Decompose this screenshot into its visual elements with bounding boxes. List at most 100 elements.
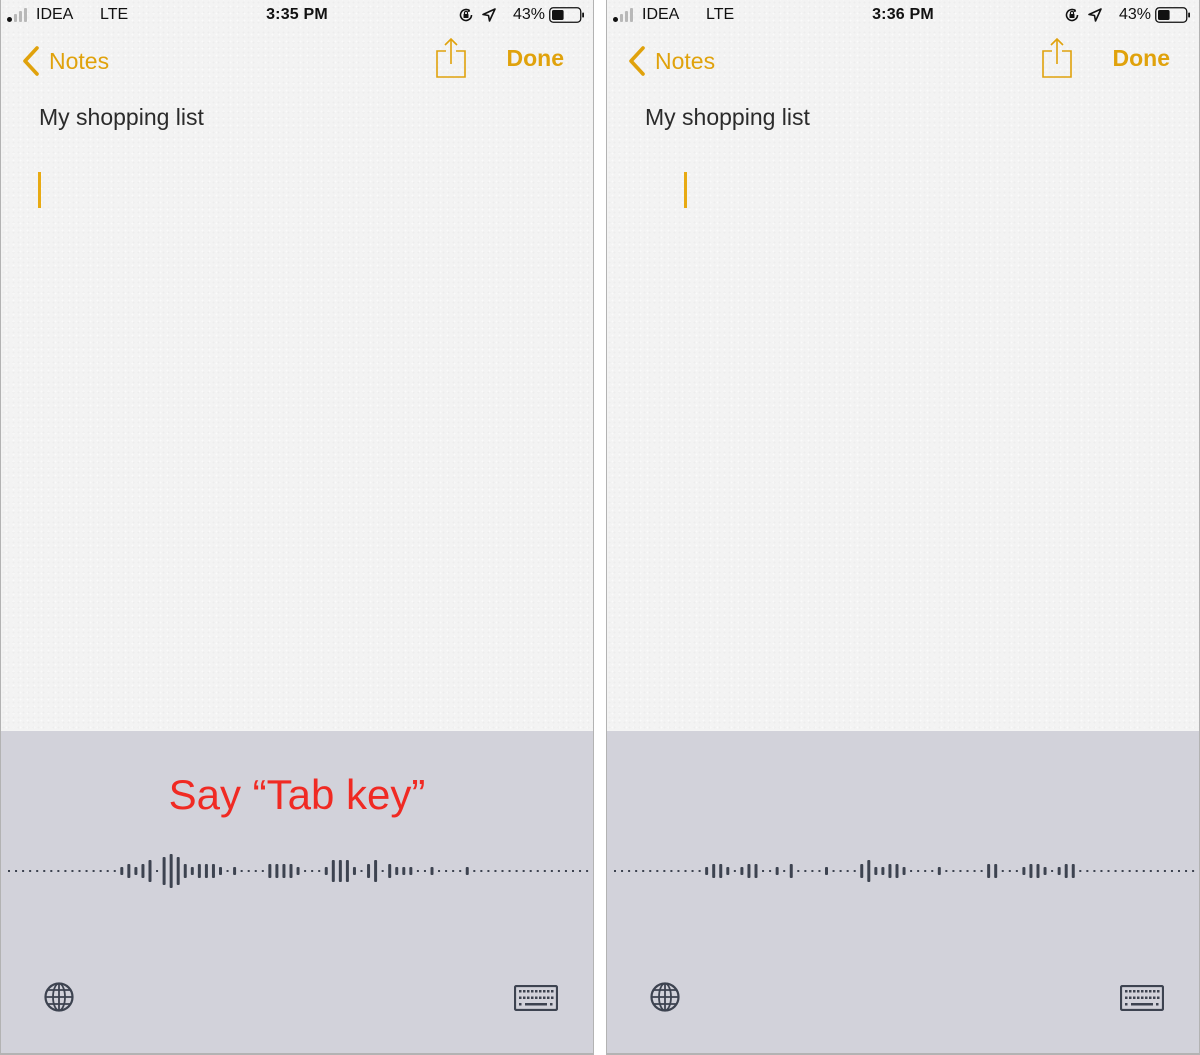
text-cursor bbox=[38, 172, 41, 208]
waveform-dot bbox=[240, 870, 243, 872]
waveform-dot bbox=[586, 870, 589, 872]
waveform-bar bbox=[176, 857, 180, 885]
waveform-dot bbox=[656, 870, 659, 872]
waveform-dot bbox=[57, 870, 60, 872]
waveform-dot bbox=[22, 870, 25, 872]
waveform-bar bbox=[148, 860, 152, 882]
waveform-dot bbox=[501, 870, 504, 872]
keyboard-key-glyph bbox=[1137, 996, 1140, 999]
keyboard-key-glyph bbox=[1125, 990, 1128, 993]
done-button[interactable]: Done bbox=[1113, 45, 1171, 72]
waveform-bar bbox=[1043, 867, 1047, 875]
dictation-panel: Say “Tab key” bbox=[1, 731, 593, 1053]
waveform-bar bbox=[1022, 867, 1026, 875]
keyboard-key-glyph bbox=[527, 990, 530, 993]
dictation-waveform bbox=[614, 860, 1195, 882]
waveform-dot bbox=[29, 870, 32, 872]
battery-icon bbox=[1155, 7, 1190, 23]
keyboard-key-glyph bbox=[543, 996, 546, 999]
waveform-dot bbox=[15, 870, 18, 872]
chevron-left-icon bbox=[23, 46, 39, 76]
waveform-dot bbox=[543, 870, 546, 872]
waveform-dot bbox=[459, 870, 462, 872]
done-button[interactable]: Done bbox=[507, 45, 565, 72]
waveform-bar bbox=[352, 867, 356, 875]
keyboard-key-glyph bbox=[519, 990, 522, 993]
globe-icon[interactable] bbox=[649, 981, 681, 1013]
back-label: Notes bbox=[655, 47, 716, 74]
note-title-text[interactable]: My shopping list bbox=[645, 104, 810, 131]
waveform-bar bbox=[268, 864, 272, 878]
share-icon[interactable] bbox=[435, 37, 467, 79]
waveform-bar bbox=[162, 857, 166, 885]
keyboard-icon[interactable] bbox=[1120, 985, 1164, 1011]
waveform-dot bbox=[318, 870, 321, 872]
waveform-bar bbox=[775, 867, 779, 875]
keyboard-key-glyph bbox=[1149, 990, 1152, 993]
waveform-dot bbox=[945, 870, 948, 872]
waveform-dot bbox=[113, 870, 116, 872]
waveform-dot bbox=[85, 870, 88, 872]
share-icon[interactable] bbox=[1041, 37, 1073, 79]
keyboard-key-glyph bbox=[1149, 996, 1152, 999]
keyboard-key-glyph bbox=[539, 990, 542, 993]
keyboard-key-glyph bbox=[531, 990, 534, 993]
text-cursor bbox=[684, 172, 687, 208]
waveform-dot bbox=[36, 870, 39, 872]
back-label: Notes bbox=[49, 47, 110, 74]
keyboard-key-glyph bbox=[551, 996, 554, 999]
waveform-dot bbox=[572, 870, 574, 872]
waveform-dot bbox=[1121, 870, 1124, 872]
waveform-bar bbox=[867, 860, 871, 882]
keyboard-key-glyph bbox=[535, 996, 538, 999]
waveform-dot bbox=[416, 870, 419, 872]
waveform-dot bbox=[536, 870, 539, 872]
keyboard-key-glyph bbox=[531, 996, 534, 999]
waveform-dot bbox=[762, 870, 765, 872]
waveform-dot bbox=[1149, 870, 1152, 872]
waveform-dot bbox=[642, 870, 645, 872]
keyboard-key-glyph bbox=[1125, 1003, 1128, 1006]
orientation-lock-icon bbox=[1065, 8, 1079, 22]
waveform-dot bbox=[473, 870, 476, 872]
phone-screen-before: IDEA LTE 3:35 PM 43% Notes Done My shopp… bbox=[0, 0, 594, 1055]
back-to-notes-button[interactable]: Notes bbox=[627, 44, 715, 78]
globe-icon[interactable] bbox=[43, 981, 75, 1013]
waveform-bar bbox=[388, 864, 392, 878]
waveform-bar bbox=[169, 854, 173, 888]
keyboard-icon[interactable] bbox=[514, 985, 558, 1011]
waveform-dot bbox=[1163, 870, 1166, 872]
waveform-bar bbox=[937, 867, 941, 875]
waveform-dot bbox=[1107, 870, 1110, 872]
waveform-dot bbox=[677, 870, 680, 872]
waveform-dot bbox=[254, 870, 257, 872]
keyboard-key-glyph bbox=[547, 996, 550, 999]
waveform-dot bbox=[1178, 870, 1180, 872]
battery-percent: 43% bbox=[1118, 6, 1151, 23]
waveform-dot bbox=[1170, 870, 1173, 872]
waveform-bar bbox=[705, 867, 709, 875]
waveform-dot bbox=[1086, 870, 1089, 872]
waveform-dot bbox=[1142, 870, 1145, 872]
waveform-bar bbox=[345, 860, 349, 882]
waveform-bar bbox=[211, 864, 215, 878]
note-title-text[interactable]: My shopping list bbox=[39, 104, 204, 131]
waveform-bar bbox=[134, 867, 138, 875]
waveform-dot bbox=[832, 870, 835, 872]
waveform-dot bbox=[783, 870, 786, 872]
waveform-bar bbox=[324, 867, 328, 875]
waveform-bar bbox=[120, 867, 124, 875]
status-time: 3:35 PM bbox=[266, 6, 328, 23]
waveform-bar bbox=[726, 867, 730, 875]
waveform-dot bbox=[614, 870, 616, 872]
waveform-dot bbox=[529, 870, 532, 872]
waveform-dot bbox=[522, 870, 525, 872]
keyboard-key-glyph bbox=[1157, 996, 1160, 999]
back-to-notes-button[interactable]: Notes bbox=[21, 44, 109, 78]
waveform-dot bbox=[1114, 870, 1117, 872]
battery-percent: 43% bbox=[512, 6, 545, 23]
waveform-dot bbox=[973, 870, 976, 872]
keyboard-key-glyph bbox=[547, 990, 550, 993]
waveform-dot bbox=[980, 870, 983, 872]
keyboard-key-glyph bbox=[1133, 996, 1136, 999]
